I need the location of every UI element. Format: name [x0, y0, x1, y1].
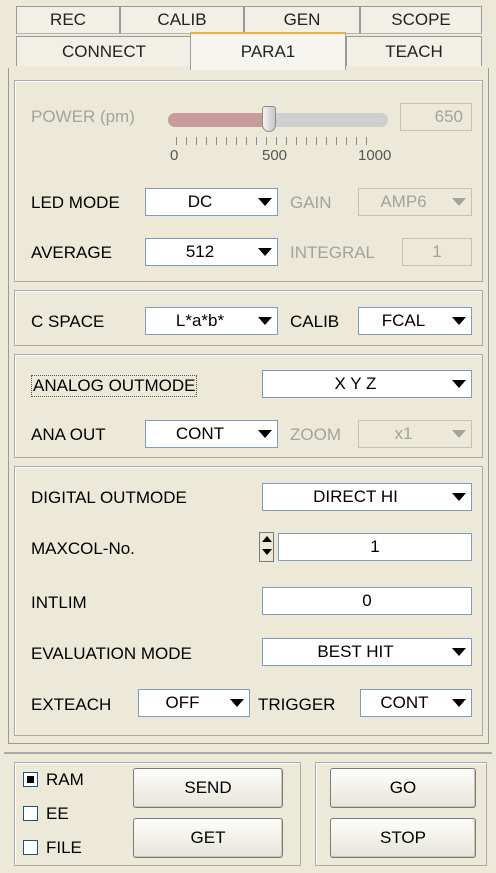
tab-gen[interactable]: GEN — [244, 6, 360, 34]
slider-thumb[interactable] — [262, 106, 276, 132]
chevron-down-icon[interactable] — [448, 372, 470, 396]
tab-label: REC — [50, 10, 86, 29]
zoom-select[interactable]: x1 — [358, 420, 472, 448]
select-value: CONT — [380, 693, 429, 712]
power-slider[interactable] — [168, 106, 388, 132]
chevron-down-icon — [448, 190, 470, 214]
ram-checkbox[interactable] — [23, 772, 38, 787]
evaluation-mode-label: EVALUATION MODE — [31, 644, 192, 663]
calib-label: CALIB — [290, 312, 340, 331]
chevron-down-icon[interactable] — [254, 422, 276, 446]
evaluation-mode-select[interactable]: BEST HIT — [262, 638, 472, 666]
select-value: FCAL — [381, 311, 426, 330]
maxcol-label: MAXCOL-No. — [31, 539, 135, 558]
digital-outmode-label: DIGITAL OUTMODE — [31, 488, 187, 507]
tab-connect[interactable]: CONNECT — [16, 36, 192, 66]
analog-outmode-select[interactable]: X Y Z — [262, 370, 472, 398]
chevron-down-icon[interactable] — [254, 190, 276, 214]
analog-outmode-label: ANALOG OUTMODE — [31, 375, 198, 397]
select-value: OFF — [165, 693, 200, 712]
led-mode-label: LED MODE — [31, 193, 120, 212]
chevron-down-icon[interactable] — [254, 309, 276, 333]
tab-teach[interactable]: TEACH — [346, 36, 482, 66]
average-label: AVERAGE — [31, 243, 112, 262]
trigger-select[interactable]: CONT — [360, 689, 472, 717]
intlim-label: INTLIM — [31, 593, 87, 612]
maxcol-spinner[interactable] — [259, 532, 274, 562]
digital-outmode-select[interactable]: DIRECT HI — [262, 483, 472, 511]
zoom-label: ZOOM — [290, 425, 341, 444]
select-value: BEST HIT — [317, 642, 394, 661]
ee-checkbox[interactable] — [23, 806, 38, 821]
tab-scope[interactable]: SCOPE — [360, 6, 482, 34]
ee-label: EE — [46, 804, 69, 823]
send-button[interactable]: SEND — [133, 768, 283, 808]
arrow-down-icon[interactable] — [262, 549, 272, 555]
slider-ticks — [176, 137, 376, 145]
tab-label: SCOPE — [391, 10, 451, 29]
power-value-field: 650 — [400, 103, 472, 131]
slider-fill — [168, 113, 269, 127]
tab-label: CALIB — [157, 10, 207, 29]
select-value: DC — [187, 192, 213, 211]
average-select[interactable]: 512 — [145, 238, 278, 266]
tab-para1[interactable]: PARA1 — [190, 32, 346, 70]
c-space-select[interactable]: L*a*b* — [145, 307, 278, 335]
exteach-label: EXTEACH — [31, 695, 112, 714]
file-label: FILE — [46, 838, 82, 857]
get-button[interactable]: GET — [133, 818, 283, 858]
tab-label: CONNECT — [61, 41, 147, 61]
tab-rec[interactable]: REC — [16, 6, 120, 34]
select-value: AMP6 — [380, 192, 427, 211]
gain-label: GAIN — [290, 193, 332, 212]
select-value: x1 — [394, 424, 413, 443]
chevron-down-icon[interactable] — [448, 309, 470, 333]
chevron-down-icon[interactable] — [254, 240, 276, 264]
ram-label: RAM — [46, 770, 84, 789]
intlim-field[interactable]: 0 — [262, 587, 472, 615]
ana-out-select[interactable]: CONT — [145, 420, 278, 448]
led-mode-select[interactable]: DC — [145, 188, 278, 216]
c-space-label: C SPACE — [31, 312, 105, 331]
ana-out-label: ANA OUT — [31, 425, 106, 444]
tab-label: TEACH — [385, 41, 443, 61]
tab-label: PARA1 — [240, 42, 296, 61]
integral-label: INTEGRAL — [290, 243, 376, 262]
chevron-down-icon[interactable] — [226, 691, 248, 715]
select-value: X Y Z — [334, 374, 377, 393]
select-value: CONT — [175, 424, 225, 443]
select-value: DIRECT HI — [313, 487, 398, 506]
chevron-down-icon — [448, 422, 470, 446]
file-checkbox[interactable] — [23, 840, 38, 855]
chevron-down-icon[interactable] — [448, 640, 470, 664]
chevron-down-icon[interactable] — [448, 691, 470, 715]
maxcol-field[interactable]: 1 — [278, 533, 472, 561]
go-button[interactable]: GO — [330, 768, 476, 808]
tab-label: GEN — [283, 10, 321, 29]
tab-calib[interactable]: CALIB — [120, 6, 244, 34]
gain-select[interactable]: AMP6 — [358, 188, 472, 216]
stop-button[interactable]: STOP — [330, 818, 476, 858]
trigger-label: TRIGGER — [258, 695, 336, 714]
arrow-up-icon[interactable] — [262, 536, 272, 542]
integral-field: 1 — [402, 238, 472, 266]
exteach-select[interactable]: OFF — [138, 689, 250, 717]
power-label: POWER (pm) — [31, 107, 135, 126]
tick-label: 0 — [170, 147, 179, 164]
select-value: L*a*b* — [175, 311, 225, 330]
tick-label: 500 — [262, 147, 288, 164]
chevron-down-icon[interactable] — [448, 485, 470, 509]
calib-select[interactable]: FCAL — [358, 307, 472, 335]
tick-label: 1000 — [358, 147, 392, 164]
select-value: 512 — [185, 242, 215, 261]
